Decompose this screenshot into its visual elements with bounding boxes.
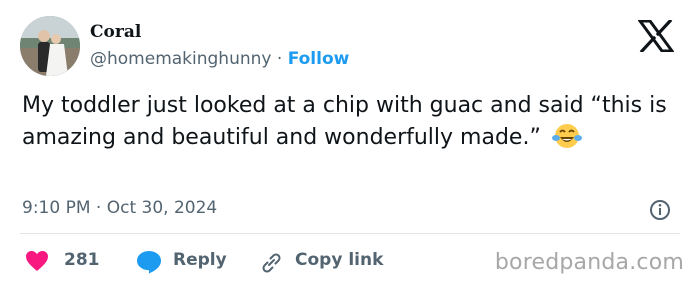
watermark: boredpanda.com <box>494 250 684 275</box>
x-logo-icon[interactable] <box>638 20 674 52</box>
divider <box>20 233 680 234</box>
tweet-time: 9:10 PM <box>22 198 91 218</box>
author-handle-row: @homemakinghunny · Follow <box>90 49 349 69</box>
tweet-text: My toddler just looked at a chip with gu… <box>22 90 682 154</box>
author-handle[interactable]: @homemakinghunny <box>90 49 271 69</box>
timestamp-separator: · <box>95 198 102 218</box>
copy-link-label: Copy link <box>295 250 384 270</box>
reply-label: Reply <box>173 250 227 270</box>
reply-bubble-icon <box>137 251 161 274</box>
handle-separator: · <box>276 49 283 69</box>
author-name[interactable]: Coral <box>90 22 141 42</box>
info-icon[interactable] <box>649 199 671 221</box>
follow-button[interactable]: Follow <box>288 49 350 69</box>
face-with-tears-of-joy-icon <box>551 124 582 148</box>
tweet-timestamp[interactable]: 9:10 PM · Oct 30, 2024 <box>22 198 217 218</box>
avatar[interactable] <box>20 16 80 76</box>
tweet-date: Oct 30, 2024 <box>106 198 218 218</box>
heart-icon <box>26 251 48 271</box>
like-count: 281 <box>64 250 100 270</box>
link-icon <box>262 253 281 273</box>
